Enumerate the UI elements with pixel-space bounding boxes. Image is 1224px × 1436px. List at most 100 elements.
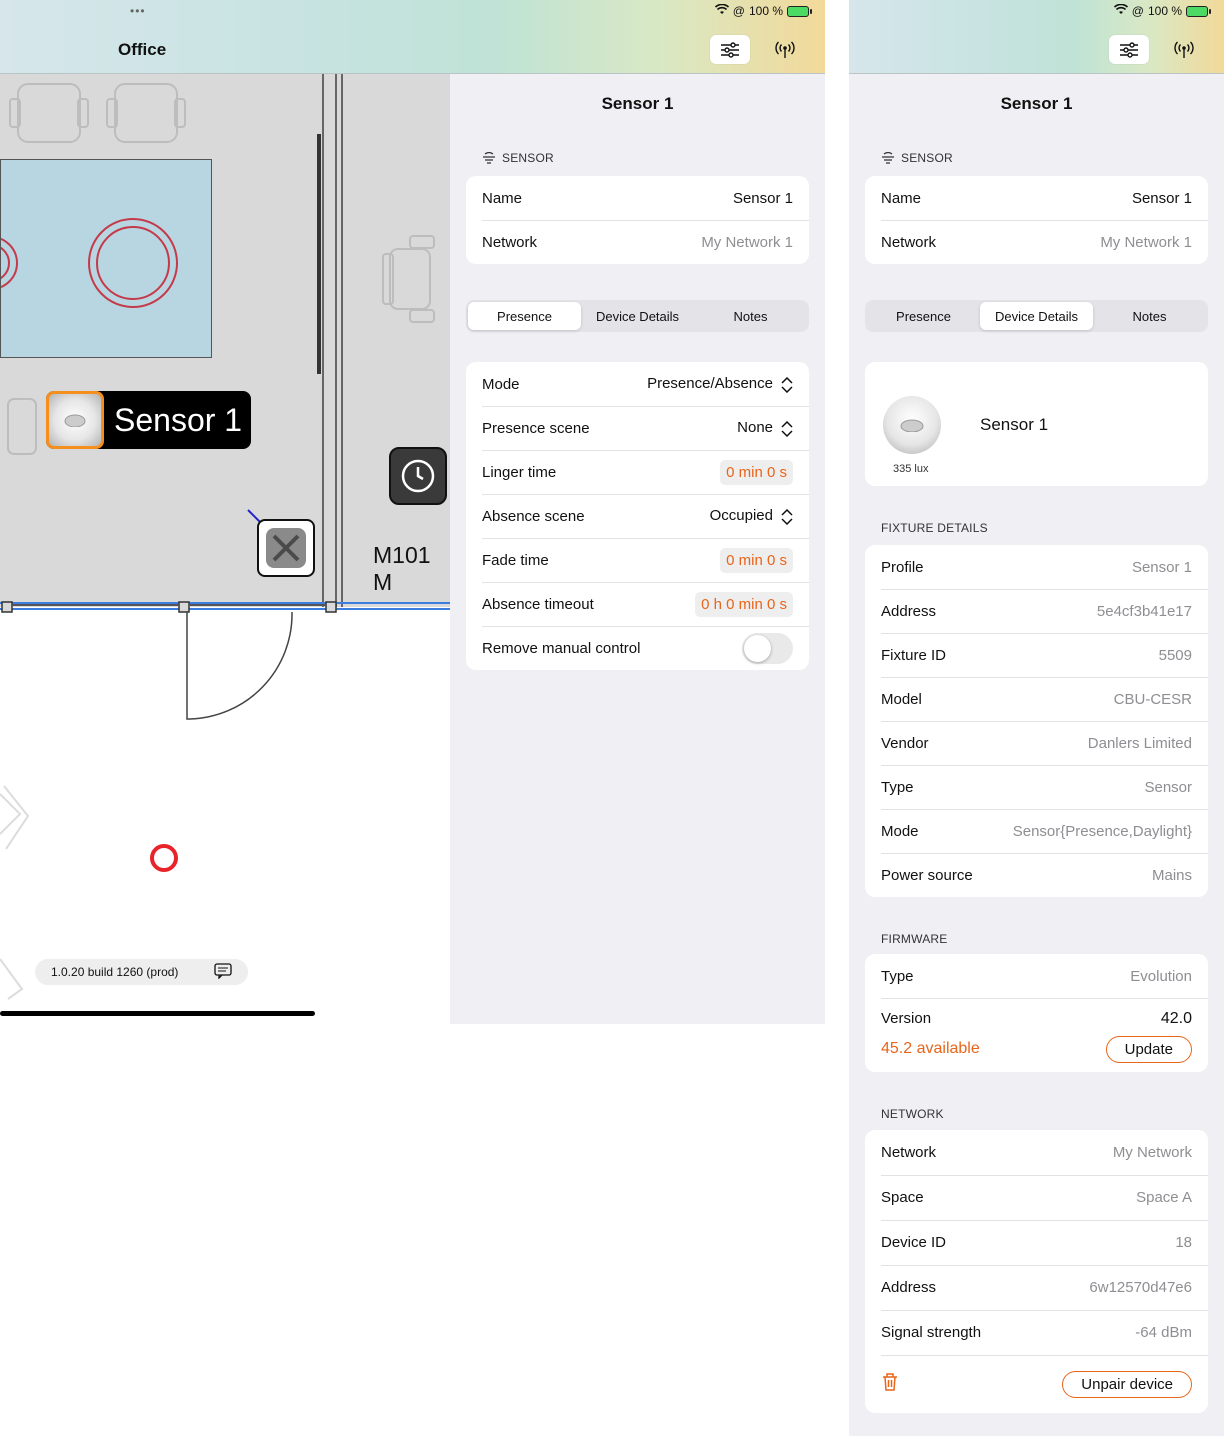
- mode-value: Presence/Absence: [647, 375, 773, 393]
- filter-button[interactable]: [710, 35, 750, 64]
- tab-notes[interactable]: Notes: [694, 302, 807, 330]
- detail-tabs: Presence Device Details Notes: [466, 300, 809, 332]
- lux-reading: 335 lux: [893, 463, 929, 475]
- network-info-key: Network: [881, 1144, 937, 1161]
- tab-device-details[interactable]: Device Details: [581, 302, 694, 330]
- tab-presence[interactable]: Presence: [468, 302, 581, 330]
- linger-time-value[interactable]: 0 min 0 s: [720, 459, 793, 485]
- fixture-key: Fixture ID: [881, 646, 947, 664]
- manual-control-key: Remove manual control: [482, 639, 641, 657]
- sensor-thumbnail-icon: [46, 391, 104, 449]
- network-info-key: Address: [881, 1279, 937, 1296]
- fixture-value: Sensor 1: [1131, 558, 1192, 576]
- fixture-key: Model: [881, 690, 922, 708]
- battery-percent: 100 %: [748, 4, 783, 18]
- fixture-details-card: Profile Sensor 1 Address 5e4cf3b41e17 Fixt…: [865, 545, 1208, 897]
- fixture-value: CBU-CESR: [1113, 690, 1192, 708]
- network-info-row: Address 6w12570d47e6: [865, 1265, 1208, 1310]
- fixture-row: Power source Mains: [865, 853, 1208, 897]
- floor-plan-canvas[interactable]: Sensor 1 M101 M 1.0.20 build 1260 (prod): [0, 74, 450, 1024]
- network-info-key: Device ID: [881, 1234, 947, 1251]
- schedule-clock-button[interactable]: [389, 447, 447, 505]
- sensor-device-image: [883, 396, 941, 454]
- fixture-row: Profile Sensor 1: [865, 545, 1208, 589]
- network-card: Network My Network Space Space A Device ID…: [865, 1130, 1208, 1413]
- version-right: 42.0 Update: [1105, 1010, 1192, 1063]
- absence-scene-row[interactable]: Absence scene Occupied: [466, 494, 809, 538]
- up-down-chevron-icon: [781, 376, 793, 393]
- mode-value-group: Presence/Absence: [647, 375, 793, 393]
- fade-time-value[interactable]: 0 min 0 s: [720, 547, 793, 573]
- screen-device-details: @ 100 % Sensor 1 SENSOR Name Sensor 1 Net…: [849, 0, 1224, 1436]
- fixture-row: Fixture ID 5509: [865, 633, 1208, 677]
- linger-time-row: Linger time 0 min 0 s: [466, 450, 809, 494]
- clock-icon: [401, 459, 435, 493]
- firmware-type-row: Type Evolution: [865, 954, 1208, 998]
- tab-notes[interactable]: Notes: [1093, 302, 1206, 330]
- update-button[interactable]: Update: [1105, 1036, 1192, 1063]
- name-row[interactable]: Name Sensor 1: [466, 176, 809, 220]
- name-key: Name: [482, 189, 523, 207]
- antenna-icon[interactable]: [773, 38, 797, 62]
- feedback-icon[interactable]: [214, 963, 232, 982]
- linger-time-key: Linger time: [482, 463, 557, 481]
- fixture-row: Type Sensor: [865, 765, 1208, 809]
- network-info-value: My Network: [1112, 1144, 1192, 1161]
- trash-icon[interactable]: [881, 1372, 899, 1396]
- fixture-key: Vendor: [881, 734, 929, 752]
- firmware-version-value: 42.0: [1160, 1010, 1192, 1027]
- fixture-key: Type: [881, 778, 914, 796]
- name-row[interactable]: Name Sensor 1: [865, 176, 1208, 220]
- fixture-key: Profile: [881, 558, 924, 576]
- network-value: My Network 1: [1100, 233, 1192, 251]
- unpair-device-button[interactable]: Unpair device: [1062, 1370, 1192, 1398]
- absence-timeout-value[interactable]: 0 h 0 min 0 s: [695, 591, 793, 617]
- light-fixture-icons: [0, 218, 178, 308]
- sensor-marker[interactable]: Sensor 1: [46, 391, 251, 449]
- move-icon: [266, 528, 306, 568]
- absence-timeout-key: Absence timeout: [482, 595, 594, 613]
- sliders-icon: [721, 41, 739, 58]
- network-info-key: Signal strength: [881, 1324, 982, 1341]
- absence-scene-key: Absence scene: [482, 507, 585, 525]
- location-marker[interactable]: [150, 844, 178, 872]
- fixture-value: 5509: [1158, 646, 1192, 664]
- multitask-dots-icon[interactable]: •••: [130, 4, 146, 18]
- network-info-key: Space: [881, 1189, 924, 1206]
- wifi-icon: [714, 3, 729, 18]
- manual-control-toggle[interactable]: [742, 632, 793, 664]
- wifi-icon: [1113, 3, 1128, 18]
- presence-scene-value-group: None: [737, 419, 793, 437]
- firmware-type-value: Evolution: [1130, 967, 1192, 985]
- network-info-row: Device ID 18: [865, 1220, 1208, 1265]
- fixture-key: Mode: [881, 822, 919, 840]
- sensor-info-card: Name Sensor 1 Network My Network 1: [466, 176, 809, 264]
- move-handle-button[interactable]: [257, 519, 315, 577]
- network-key: Network: [482, 233, 538, 251]
- meeting-table: [0, 159, 212, 358]
- network-info-value: -64 dBm: [1135, 1324, 1192, 1341]
- fixture-key: Power source: [881, 866, 973, 884]
- filter-button[interactable]: [1109, 35, 1149, 64]
- screen-presence: ••• @ 100 % Office Sensor 1 M101 M 1.0.2…: [0, 0, 825, 1024]
- network-info-row: Signal strength -64 dBm: [865, 1310, 1208, 1355]
- sensor-info-card: Name Sensor 1 Network My Network 1: [865, 176, 1208, 264]
- tab-presence[interactable]: Presence: [867, 302, 980, 330]
- device-name: Sensor 1: [980, 415, 1049, 434]
- fixture-row: Vendor Danlers Limited: [865, 721, 1208, 765]
- device-summary-card: 335 lux Sensor 1: [865, 362, 1208, 486]
- mode-row[interactable]: Mode Presence/Absence: [466, 362, 809, 406]
- tab-device-details[interactable]: Device Details: [980, 302, 1093, 330]
- room-code-label: M101 M: [373, 542, 431, 595]
- name-value: Sensor 1: [732, 189, 793, 207]
- network-info-value: Space A: [1136, 1189, 1192, 1206]
- firmware-version-key: Version: [881, 1010, 932, 1027]
- up-down-chevron-icon: [781, 508, 793, 525]
- version-left: Version 45.2 available: [881, 1010, 980, 1058]
- presence-scene-value: None: [737, 419, 773, 437]
- network-row: Network My Network 1: [466, 220, 809, 264]
- presence-settings-card: Mode Presence/Absence Presence scene None …: [466, 362, 809, 670]
- antenna-icon[interactable]: [1172, 38, 1196, 62]
- sensor-section-text: SENSOR: [901, 151, 953, 165]
- presence-scene-row[interactable]: Presence scene None: [466, 406, 809, 450]
